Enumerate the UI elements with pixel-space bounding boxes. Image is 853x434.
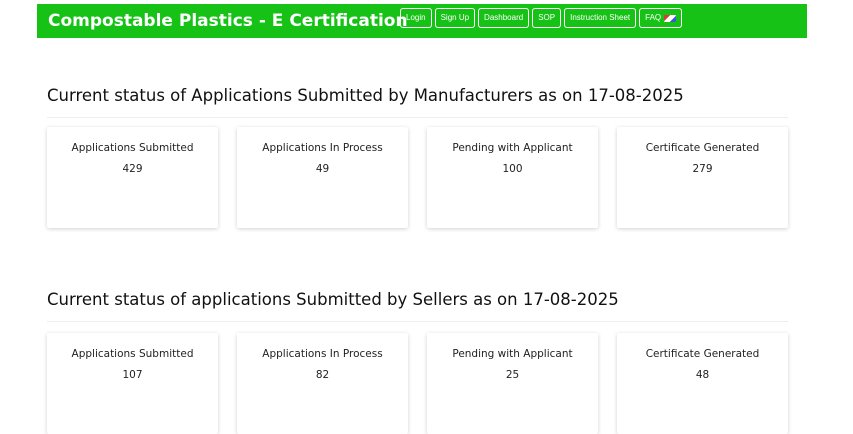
instruction-sheet-label: Instruction Sheet xyxy=(570,13,631,22)
sign-up-button[interactable]: Sign Up xyxy=(434,8,476,28)
dashboard-button[interactable]: Dashboard xyxy=(478,8,530,28)
site-title: Compostable Plastics - E Certification xyxy=(48,11,408,31)
stat-card-pending-with-applicant: Pending with Applicant 100 xyxy=(427,127,598,228)
stat-card-value: 279 xyxy=(692,163,713,175)
stat-card-value: 429 xyxy=(122,163,143,175)
manufacturers-section-title: Current status of Applications Submitted… xyxy=(47,86,684,105)
stat-card-certificate-generated: Certificate Generated 279 xyxy=(617,127,788,228)
sop-label: SOP xyxy=(538,13,556,22)
stat-card-applications-in-process: Applications In Process 49 xyxy=(237,127,408,228)
sellers-section-title: Current status of applications Submitted… xyxy=(47,290,619,309)
stat-card-label: Pending with Applicant xyxy=(452,348,573,360)
stat-card-label: Certificate Generated xyxy=(645,348,760,360)
dashboard-label: Dashboard xyxy=(484,13,524,22)
stat-card-applications-in-process: Applications In Process 82 xyxy=(237,333,408,434)
sellers-divider xyxy=(47,321,788,322)
stat-card-label: Applications In Process xyxy=(262,348,383,360)
manufacturers-cards: Applications Submitted 429 Applications … xyxy=(47,127,788,228)
stat-card-applications-submitted: Applications Submitted 107 xyxy=(47,333,218,434)
stat-card-value: 107 xyxy=(122,369,143,381)
stat-card-applications-submitted: Applications Submitted 429 xyxy=(47,127,218,228)
sop-button[interactable]: SOP xyxy=(532,8,562,28)
login-label: Login xyxy=(406,13,426,22)
stat-card-value: 82 xyxy=(315,369,330,381)
stat-card-value: 48 xyxy=(695,369,710,381)
sign-up-label: Sign Up xyxy=(440,13,470,22)
stat-card-label: Certificate Generated xyxy=(645,142,760,154)
sellers-cards: Applications Submitted 107 Applications … xyxy=(47,333,788,434)
faq-button[interactable]: FAQ xyxy=(639,8,683,28)
flag-icon xyxy=(664,14,677,22)
manufacturers-divider xyxy=(47,117,788,118)
top-nav: Login Sign Up Dashboard SOP Instruction … xyxy=(400,8,683,28)
stat-card-certificate-generated: Certificate Generated 48 xyxy=(617,333,788,434)
login-button[interactable]: Login xyxy=(400,8,432,28)
stat-card-value: 100 xyxy=(502,163,523,175)
stat-card-label: Pending with Applicant xyxy=(452,142,573,154)
stat-card-value: 49 xyxy=(315,163,330,175)
faq-label: FAQ xyxy=(645,13,662,22)
stat-card-value: 25 xyxy=(505,369,520,381)
instruction-sheet-button[interactable]: Instruction Sheet xyxy=(564,8,637,28)
stat-card-label: Applications Submitted xyxy=(71,142,194,154)
stat-card-pending-with-applicant: Pending with Applicant 25 xyxy=(427,333,598,434)
stat-card-label: Applications Submitted xyxy=(71,348,194,360)
stat-card-label: Applications In Process xyxy=(262,142,383,154)
